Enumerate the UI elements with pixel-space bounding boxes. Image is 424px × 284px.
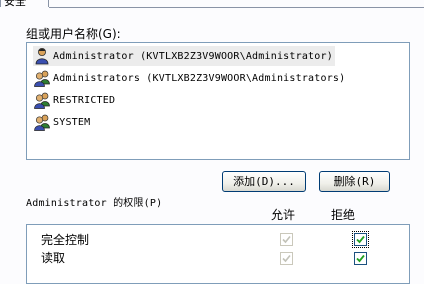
group-icon [34,114,50,131]
tab-strip-border [49,7,424,8]
groups-listbox[interactable]: Administrator (KVTLXB2Z3V9WOOR\Administr… [26,42,410,160]
list-item-administrator[interactable]: Administrator (KVTLXB2Z3V9WOOR\Administr… [33,46,335,66]
tab-security[interactable]: 安全 [0,0,49,8]
allow-full-control-checkbox[interactable] [280,233,293,246]
list-item-system[interactable]: SYSTEM [33,112,92,132]
check-icon [356,254,365,263]
deny-read-checkbox[interactable] [354,252,367,265]
list-item-label: Administrators (KVTLXB2Z3V9WOOR\Administ… [53,72,346,84]
list-item-label: SYSTEM [53,116,91,128]
deny-full-control-checkbox[interactable] [352,231,369,248]
permission-name: 完全控制 [41,233,90,247]
permissions-label: Administrator 的权限(P) [26,198,163,209]
list-item-label: RESTRICTED [53,94,116,106]
group-icon [34,70,50,87]
check-icon [282,254,291,263]
permissions-list: 完全控制 读取 [26,224,410,284]
allow-header: 允许 [271,208,296,222]
allow-read-checkbox[interactable] [280,252,293,265]
check-icon [282,235,291,244]
remove-button[interactable]: 删除(R) [319,171,390,192]
list-item-administrators[interactable]: Administrators (KVTLXB2Z3V9WOOR\Administ… [33,68,347,88]
permission-name: 读取 [41,251,66,265]
check-icon [356,235,365,244]
deny-header: 拒绝 [331,208,356,222]
add-button[interactable]: 添加(D)... [222,171,306,192]
group-icon [34,92,50,109]
list-item-label: Administrator (KVTLXB2Z3V9WOOR\Administr… [53,50,333,62]
list-item-restricted[interactable]: RESTRICTED [33,90,117,110]
user-icon [35,48,49,65]
groups-label: 组或用户名称(G): [26,27,121,41]
